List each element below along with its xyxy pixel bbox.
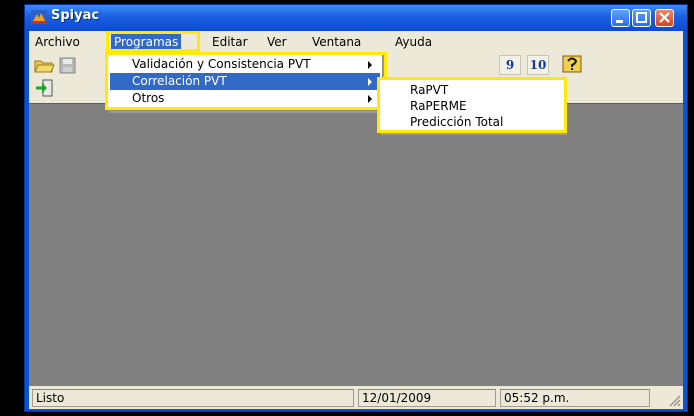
menu-ver[interactable]: Ver [264, 34, 290, 50]
title-bar[interactable]: Spiyac [25, 5, 687, 31]
menu-item-validacion-label: Validación y Consistencia PVT [132, 57, 311, 71]
submenu-item-prediccion-total[interactable]: Predicción Total [382, 114, 560, 130]
submenu-arrow-icon [368, 78, 372, 86]
app-window: Spiyac Archivo Programas Editar Ver Vent… [24, 4, 688, 412]
status-time: 05:52 p.m. [500, 389, 650, 407]
correlacion-submenu: RaPVT RaPERME Predicción Total [379, 79, 565, 133]
exit-button[interactable] [33, 78, 55, 98]
programas-dropdown: Validación y Consistencia PVT Correlació… [107, 53, 383, 111]
menu-ayuda[interactable]: Ayuda [392, 34, 435, 50]
close-button[interactable] [655, 9, 674, 27]
client-area: Archivo Programas Editar Ver Ventana Ayu… [29, 31, 683, 409]
save-button[interactable] [57, 55, 79, 75]
menu-item-otros-label: Otros [132, 91, 165, 105]
resize-grip-icon[interactable] [667, 393, 681, 407]
save-disk-icon [59, 57, 76, 74]
help-icon [562, 55, 582, 73]
minimize-button[interactable] [611, 9, 630, 27]
window-title: Spiyac [51, 8, 100, 23]
maximize-button[interactable] [632, 9, 651, 27]
maximize-icon [636, 12, 647, 23]
menu-bar: Archivo Programas Editar Ver Ventana Ayu… [29, 31, 683, 53]
menu-item-validacion[interactable]: Validación y Consistencia PVT [110, 56, 380, 73]
menu-editar[interactable]: Editar [209, 34, 251, 50]
menu-ventana[interactable]: Ventana [309, 34, 364, 50]
submenu-item-rapvt[interactable]: RaPVT [382, 82, 560, 98]
submenu-arrow-icon [368, 61, 372, 69]
menu-programas[interactable]: Programas [111, 34, 182, 50]
close-icon [659, 12, 670, 23]
minimize-icon [616, 20, 623, 23]
status-message: Listo [32, 389, 354, 407]
help-button[interactable] [561, 54, 583, 74]
status-date: 12/01/2009 [358, 389, 496, 407]
menu-item-otros[interactable]: Otros [110, 90, 380, 107]
app-icon [31, 10, 47, 24]
status-bar: Listo 12/01/2009 05:52 p.m. [29, 387, 683, 409]
open-button[interactable] [33, 55, 55, 75]
menu-archivo[interactable]: Archivo [32, 34, 83, 50]
menu-item-correlacion[interactable]: Correlación PVT [110, 73, 380, 90]
menu-item-correlacion-label: Correlación PVT [132, 74, 227, 88]
exit-door-icon [36, 79, 53, 97]
tool-10[interactable]: 10 [527, 55, 549, 75]
open-folder-icon [34, 60, 55, 73]
workspace-area [29, 103, 683, 386]
submenu-arrow-icon [368, 95, 372, 103]
tool-9[interactable]: 9 [499, 55, 521, 75]
submenu-item-raperme[interactable]: RaPERME [382, 98, 560, 114]
